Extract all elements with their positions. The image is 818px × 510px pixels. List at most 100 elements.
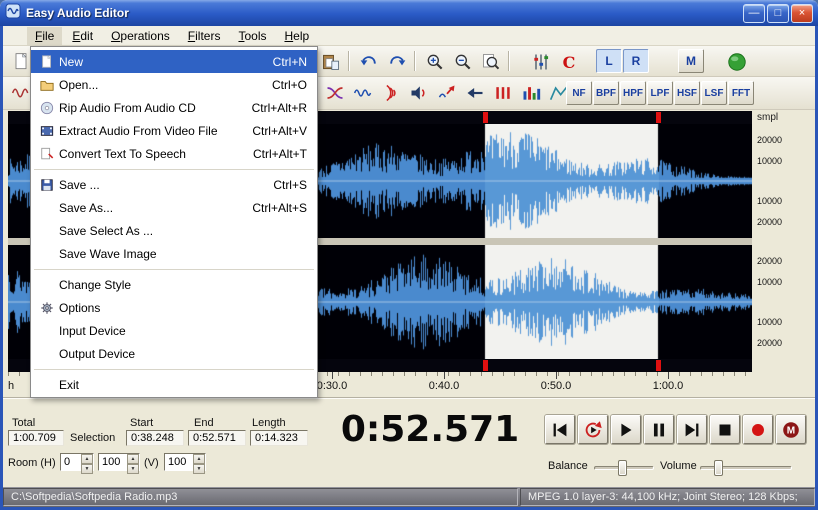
sample-unit-label: smpl	[757, 112, 779, 123]
skip-to-start-button[interactable]	[545, 415, 575, 444]
room-v-zoom-up-button[interactable]: ▲	[193, 454, 205, 464]
menu-edit[interactable]: Edit	[64, 27, 101, 45]
marker-button[interactable]: M	[776, 415, 806, 444]
timeline-label: 0:30.0	[316, 380, 348, 392]
id-tag-icon[interactable]	[724, 49, 750, 75]
menu-item-rip-audio-cd[interactable]: Rip Audio From Audio CD Ctrl+Alt+R	[31, 96, 317, 119]
status-bar: C:\Softpedia\Softpedia Radio.mp3 MPEG 1.…	[3, 487, 815, 507]
volume-slider-thumb[interactable]	[714, 460, 723, 476]
filter-bpf-button[interactable]: BPF	[593, 81, 619, 105]
pause-button[interactable]	[644, 415, 674, 444]
room-v-zoom-down-button[interactable]: ▼	[193, 464, 205, 474]
start-label: Start	[130, 417, 154, 429]
title-bar[interactable]: Easy Audio Editor — □ ×	[0, 0, 818, 26]
pitch-shift-icon[interactable]	[434, 80, 460, 106]
filter-hpf-button[interactable]: HPF	[620, 81, 646, 105]
zoom-in-icon[interactable]	[422, 49, 448, 75]
menu-item-save[interactable]: Save ... Ctrl+S	[31, 173, 317, 196]
left-channel-button[interactable]: L	[596, 49, 622, 73]
equalizer-icon[interactable]	[518, 80, 544, 106]
paste-special-icon[interactable]	[318, 49, 344, 75]
menu-separator	[31, 365, 317, 373]
menu-operations[interactable]: Operations	[103, 27, 178, 45]
right-channel-button[interactable]: R	[623, 49, 649, 73]
vibrato-icon[interactable]	[350, 80, 376, 106]
selection-start-marker[interactable]	[483, 360, 488, 371]
control-panel: Total Start End Length 1:00.709 Selectio…	[3, 398, 815, 487]
menu-file[interactable]: File	[27, 26, 63, 45]
zoom-fit-icon[interactable]	[478, 49, 504, 75]
redo-icon[interactable]	[384, 49, 410, 75]
loop-play-button[interactable]	[578, 415, 608, 444]
no-icon	[35, 376, 59, 394]
record-button[interactable]	[743, 415, 773, 444]
minimize-button[interactable]: —	[743, 3, 765, 23]
speaker-icon[interactable]	[406, 80, 432, 106]
menu-item-output-device[interactable]: Output Device	[31, 342, 317, 365]
menu-item-save-select-as[interactable]: Save Select As ...	[31, 219, 317, 242]
room-h-label: Room (H)	[8, 457, 56, 469]
balance-slider-thumb[interactable]	[618, 460, 627, 476]
room-h-down-button[interactable]: ▼	[81, 464, 93, 474]
noise-gate-icon[interactable]	[490, 80, 516, 106]
room-h-zoom-up-button[interactable]: ▲	[127, 454, 139, 464]
filter-lsf-button[interactable]: LSF	[701, 81, 727, 105]
menu-item-label: Open...	[59, 77, 99, 92]
selection-label: Selection	[70, 432, 116, 444]
menu-filters[interactable]: Filters	[180, 27, 229, 45]
echo-icon[interactable]	[378, 80, 404, 106]
timeline-tick	[668, 372, 669, 379]
menu-item-exit[interactable]: Exit	[31, 373, 317, 396]
selection-start-marker[interactable]	[483, 112, 488, 123]
menu-item-save-as[interactable]: Save As... Ctrl+Alt+S	[31, 196, 317, 219]
cd-icon	[35, 99, 59, 117]
no-icon	[35, 222, 59, 240]
stop-button[interactable]	[710, 415, 740, 444]
selection-end-marker[interactable]	[656, 360, 661, 371]
room-h-zoom-spinner[interactable]: 100 ▲ ▼	[98, 453, 140, 474]
step-forward-button[interactable]	[677, 415, 707, 444]
menu-item-options[interactable]: Options	[31, 296, 317, 319]
undo-icon[interactable]	[356, 49, 382, 75]
no-icon	[35, 276, 59, 294]
scale-value: 20000	[757, 217, 783, 227]
room-v-zoom-spinner[interactable]: 100 ▲ ▼	[164, 453, 206, 474]
menu-item-text-to-speech[interactable]: Convert Text To Speech Ctrl+Alt+T	[31, 142, 317, 165]
menu-item-input-device[interactable]: Input Device	[31, 319, 317, 342]
reverse-icon[interactable]	[462, 80, 488, 106]
room-h-spinner[interactable]: 0 ▲ ▼	[60, 453, 94, 474]
timeline-tick	[444, 372, 445, 379]
menu-separator	[31, 265, 317, 273]
room-h-value: 0	[64, 456, 71, 468]
maximize-button[interactable]: □	[767, 3, 789, 23]
menu-item-label: New	[59, 54, 84, 69]
play-button[interactable]	[611, 415, 641, 444]
menu-item-extract-audio[interactable]: Extract Audio From Video File Ctrl+Alt+V	[31, 119, 317, 142]
volume-label: Volume	[660, 460, 697, 472]
mono-button[interactable]: M	[678, 49, 704, 73]
preset-mixer-icon[interactable]	[528, 49, 554, 75]
end-label: End	[194, 417, 214, 429]
menu-item-new[interactable]: New Ctrl+N	[31, 50, 317, 73]
filter-fft-button[interactable]: FFT	[728, 81, 754, 105]
room-h-up-button[interactable]: ▲	[81, 454, 93, 464]
room-h-zoom-down-button[interactable]: ▼	[127, 464, 139, 474]
zoom-out-icon[interactable]	[450, 49, 476, 75]
filter-lpf-button[interactable]: LPF	[647, 81, 673, 105]
c-marker-icon[interactable]: C	[556, 49, 582, 75]
timeline-label: 0:50.0	[540, 380, 572, 392]
menu-help[interactable]: Help	[276, 27, 317, 45]
menu-item-label: Change Style	[59, 277, 132, 292]
filter-nf-button[interactable]: NF	[566, 81, 592, 105]
close-button[interactable]: ×	[791, 3, 813, 23]
channel-mix-icon[interactable]	[322, 80, 348, 106]
selection-start-field: 0:38.248	[126, 430, 184, 446]
options-gear-icon	[35, 299, 59, 317]
menu-tools[interactable]: Tools	[230, 27, 274, 45]
filter-hsf-button[interactable]: HSF	[674, 81, 700, 105]
menu-item-open[interactable]: Open... Ctrl+O	[31, 73, 317, 96]
menu-item-save-wave-image[interactable]: Save Wave Image	[31, 242, 317, 265]
menu-item-label: Rip Audio From Audio CD	[59, 100, 196, 115]
selection-end-marker[interactable]	[656, 112, 661, 123]
menu-item-change-style[interactable]: Change Style	[31, 273, 317, 296]
